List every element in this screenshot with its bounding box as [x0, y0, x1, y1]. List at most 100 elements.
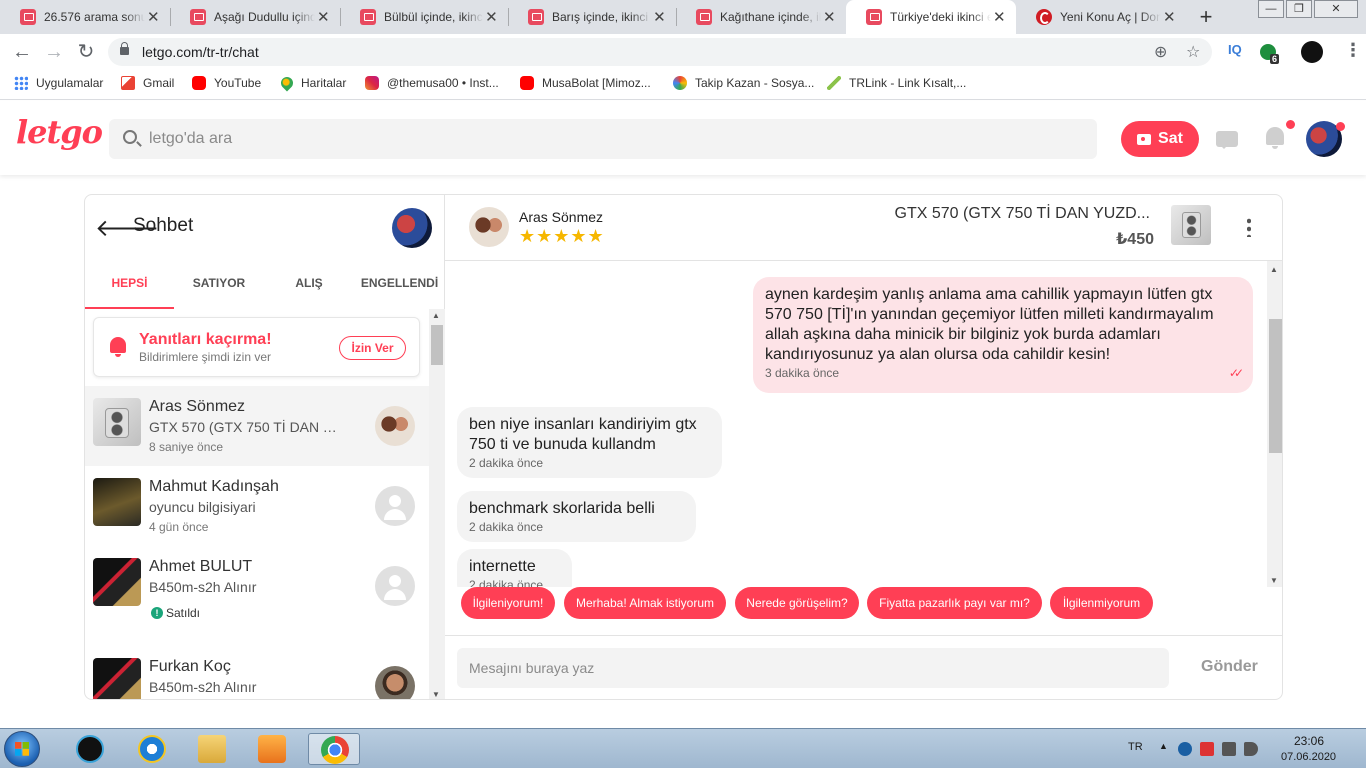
bookmark-apps[interactable]: Uygulamalar: [14, 76, 103, 90]
conversation-item[interactable]: Mahmut Kadınşah oyuncu bilgisiyari 4 gün…: [85, 466, 429, 546]
clock-date[interactable]: 07.06.2020: [1281, 751, 1336, 763]
contact-name[interactable]: Aras Sönmez: [519, 209, 603, 225]
close-window-icon[interactable]: ✕: [1314, 0, 1358, 18]
product-title[interactable]: GTX 570 (GTX 750 Tİ DAN YUZD...: [895, 205, 1150, 223]
volume-icon[interactable]: [1244, 742, 1258, 756]
browser-tab[interactable]: Bülbül içinde, ikinci ✕: [340, 0, 508, 34]
close-tab-icon[interactable]: ✕: [651, 8, 668, 26]
omnibox[interactable]: letgo.com/tr-tr/chat ⊕ ☆: [108, 38, 1212, 66]
tray-app-icon[interactable]: [1178, 742, 1192, 756]
browser-tab[interactable]: 26.576 arama sonuç ✕: [0, 0, 170, 34]
scroll-up-icon[interactable]: ▲: [1270, 265, 1278, 274]
minimize-icon[interactable]: —: [1258, 0, 1284, 18]
scroll-thumb[interactable]: [1269, 319, 1282, 453]
network-icon[interactable]: [1222, 742, 1236, 756]
bookmark-label: YouTube: [214, 76, 262, 90]
tab-blocked[interactable]: ENGELLENDİ: [354, 257, 445, 309]
quick-reply-button[interactable]: Fiyatta pazarlık payı var mı?: [867, 587, 1042, 619]
bell-icon: [110, 337, 126, 357]
taskbar-app[interactable]: [246, 733, 298, 765]
more-options-icon[interactable]: [1247, 217, 1251, 237]
quick-replies: İlgileniyorum! Merhaba! Almak istiyorum …: [445, 587, 1282, 627]
quick-reply-button[interactable]: İlgilenmiyorum: [1050, 587, 1153, 619]
iq-extension-icon[interactable]: IQ: [1228, 42, 1242, 57]
back-icon[interactable]: ←: [10, 40, 34, 64]
tab-all[interactable]: HEPSİ: [85, 257, 174, 309]
bookmark-maps[interactable]: Haritalar: [278, 74, 346, 92]
message-bubble-received: benchmark skorlarida belli 2 dakika önce: [457, 491, 696, 542]
close-tab-icon[interactable]: ✕: [483, 8, 500, 26]
chat-icon[interactable]: [1216, 131, 1238, 149]
taskbar-app[interactable]: [64, 733, 116, 765]
sell-button[interactable]: Sat: [1121, 121, 1199, 157]
bookmark-youtube[interactable]: YouTube: [192, 76, 261, 90]
search-bar[interactable]: letgo'da ara: [109, 119, 1097, 159]
url-text[interactable]: letgo.com/tr-tr/chat: [142, 44, 259, 60]
taskbar-app[interactable]: [186, 733, 238, 765]
menu-dots-icon[interactable]: ⋮: [1344, 40, 1362, 61]
browser-tab[interactable]: Yeni Konu Aç | Don ✕: [1016, 0, 1186, 34]
conversation-item[interactable]: Aras Sönmez GTX 570 (GTX 750 Tİ DAN Y...…: [85, 386, 429, 466]
bookmark-trlink[interactable]: TRLink - Link Kısalt,...: [827, 76, 966, 90]
taskbar-app-chrome[interactable]: [308, 733, 360, 765]
browser-tab-active[interactable]: Türkiye'deki ikinci e ✕: [846, 0, 1016, 34]
message-input[interactable]: [457, 648, 1169, 688]
scroll-up-icon[interactable]: ▲: [432, 311, 440, 320]
new-tab-icon[interactable]: +: [1196, 4, 1216, 30]
product-thumbnail: [93, 478, 141, 526]
notification-bell-icon[interactable]: [1266, 127, 1284, 149]
contact-avatar[interactable]: [469, 207, 509, 247]
quick-reply-button[interactable]: İlgileniyorum!: [461, 587, 555, 619]
add-icon[interactable]: ⊕: [1154, 42, 1167, 62]
quick-reply-button[interactable]: Merhaba! Almak istiyorum: [564, 587, 726, 619]
scroll-down-icon[interactable]: ▼: [432, 690, 440, 699]
close-tab-icon[interactable]: ✕: [145, 8, 162, 26]
profile-avatar-icon[interactable]: [1301, 41, 1323, 63]
tab-buying[interactable]: ALIŞ: [264, 257, 354, 309]
message-time: 3 dakika önce: [765, 366, 840, 380]
message-time: 2 dakika önce: [469, 456, 544, 470]
product-thumbnail[interactable]: [1171, 205, 1211, 245]
show-hidden-icons-icon[interactable]: ▲: [1159, 741, 1168, 751]
action-center-icon[interactable]: [1200, 742, 1214, 756]
browser-tab[interactable]: Aşağı Dudullu içind ✕: [170, 0, 340, 34]
tab-selling[interactable]: SATIYOR: [174, 257, 264, 309]
bookmark-takip[interactable]: Takip Kazan - Sosya...: [673, 76, 814, 90]
restore-icon[interactable]: ❐: [1286, 0, 1312, 18]
forward-icon[interactable]: →: [42, 40, 66, 64]
send-button[interactable]: Gönder: [1201, 658, 1258, 676]
allow-notifications-button[interactable]: İzin Ver: [339, 336, 406, 360]
clock-time[interactable]: 23:06: [1294, 734, 1324, 748]
quick-reply-button[interactable]: Nerede görüşelim?: [735, 587, 859, 619]
chat-filter-tabs: HEPSİ SATIYOR ALIŞ ENGELLENDİ: [85, 257, 445, 309]
contact-avatar: [375, 666, 415, 699]
close-tab-icon[interactable]: ✕: [315, 8, 332, 26]
conversation-item[interactable]: Furkan Koç B450m-s2h Alınır: [85, 646, 429, 699]
close-tab-icon[interactable]: ✕: [821, 8, 838, 26]
conversation-scrollbar[interactable]: ▲ ▼: [429, 309, 445, 699]
taskbar-app[interactable]: [126, 733, 178, 765]
reload-icon[interactable]: ↻: [74, 40, 98, 64]
start-button-icon[interactable]: [4, 731, 40, 767]
browser-tab[interactable]: Kağıthane içinde, ik ✕: [676, 0, 846, 34]
scroll-down-icon[interactable]: ▼: [1270, 576, 1278, 585]
conversation-time: 8 saniye önce: [149, 440, 224, 454]
takip-icon: [673, 76, 687, 90]
maps-icon: [278, 74, 296, 92]
letgo-logo[interactable]: letgo: [16, 113, 103, 151]
bookmark-instagram[interactable]: @themusa00 • Inst...: [365, 76, 499, 90]
scroll-thumb[interactable]: [431, 325, 443, 365]
close-tab-icon[interactable]: ✕: [991, 8, 1008, 26]
language-indicator[interactable]: TR: [1128, 741, 1143, 753]
bookmark-musabolat[interactable]: MusaBolat [Mimoz...: [520, 76, 651, 90]
bookmark-star-icon[interactable]: ☆: [1186, 42, 1200, 62]
browser-tab[interactable]: Barış içinde, ikinci e ✕: [508, 0, 676, 34]
conversation-product: B450m-s2h Alınır: [149, 579, 257, 595]
bookmark-gmail[interactable]: Gmail: [121, 76, 174, 90]
message-scrollbar[interactable]: ▲ ▼: [1267, 261, 1282, 587]
message-time: 2 dakika önce: [469, 578, 544, 587]
my-avatar[interactable]: [392, 208, 432, 248]
conversation-item[interactable]: Ahmet BULUT B450m-s2h Alınır ! Satıldı: [85, 546, 429, 646]
media-player-icon: [258, 735, 286, 763]
close-tab-icon[interactable]: ✕: [1161, 8, 1178, 26]
